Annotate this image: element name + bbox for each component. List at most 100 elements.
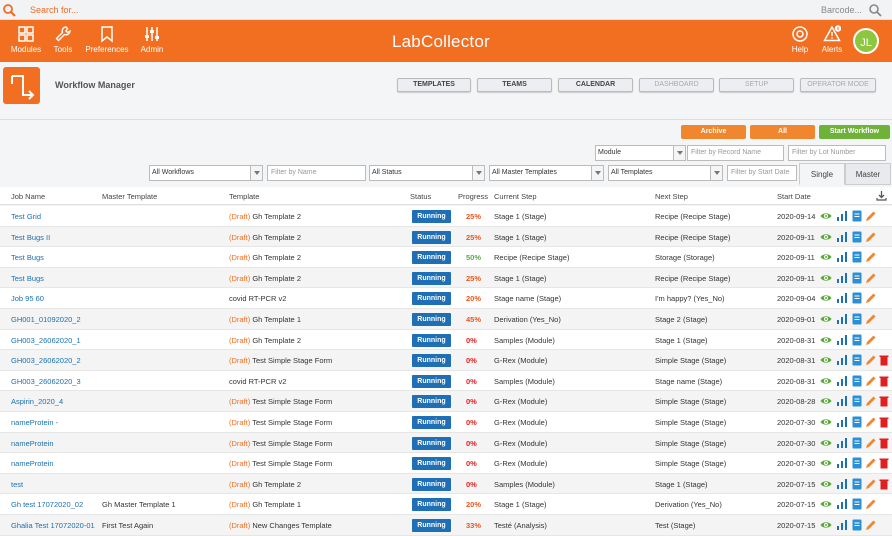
job-name-link[interactable]: Test Grid [11, 212, 41, 221]
table-row[interactable]: Job 95 60 covid RT-PCR v2 Running 20% Stage… [0, 288, 892, 309]
eye-icon[interactable] [820, 437, 832, 449]
eye-icon[interactable] [820, 292, 832, 304]
chart-icon[interactable] [836, 210, 848, 222]
job-name-link[interactable]: nameProtein - [11, 418, 58, 427]
chart-icon[interactable] [836, 231, 848, 243]
name-filter[interactable]: Filter by Name [267, 165, 366, 181]
tab-templates[interactable]: TEMPLATES [397, 78, 471, 92]
trash-icon[interactable] [878, 437, 890, 449]
pencil-icon[interactable] [865, 292, 877, 304]
pencil-icon[interactable] [865, 231, 877, 243]
document-icon[interactable] [851, 416, 863, 428]
col-status[interactable]: Status [410, 192, 431, 201]
nav-tools[interactable]: Tools [43, 25, 83, 54]
trash-icon[interactable] [878, 416, 890, 428]
chart-icon[interactable] [836, 354, 848, 366]
table-row[interactable]: GH003_26062020_2 (Draft) Test Simple Stag… [0, 350, 892, 371]
barcode-input[interactable]: Barcode... [821, 5, 862, 15]
search-icon[interactable] [2, 3, 16, 17]
document-icon[interactable] [851, 231, 863, 243]
tab-master[interactable]: Master [845, 163, 891, 185]
nav-preferences[interactable]: Preferences [84, 25, 130, 54]
table-row[interactable]: Test Bugs II (Draft) Gh Template 2 Running… [0, 226, 892, 248]
table-row[interactable]: Ghalia Test 17072020-01 First Test Again (… [0, 515, 892, 536]
pencil-icon[interactable] [865, 375, 877, 387]
eye-icon[interactable] [820, 231, 832, 243]
document-icon[interactable] [851, 210, 863, 222]
pencil-icon[interactable] [865, 416, 877, 428]
chart-icon[interactable] [836, 416, 848, 428]
pencil-icon[interactable] [865, 354, 877, 366]
pencil-icon[interactable] [865, 334, 877, 346]
master-templates-select[interactable]: All Master Templates [489, 165, 604, 181]
job-name-link[interactable]: GH001_01092020_2 [11, 315, 81, 324]
eye-icon[interactable] [820, 416, 832, 428]
document-icon[interactable] [851, 313, 863, 325]
eye-icon[interactable] [820, 478, 832, 490]
eye-icon[interactable] [820, 375, 832, 387]
archive-button[interactable]: Archive [681, 125, 746, 139]
document-icon[interactable] [851, 478, 863, 490]
tab-setup[interactable]: SETUP [719, 78, 794, 92]
chart-icon[interactable] [836, 251, 848, 263]
start-date-filter[interactable]: Filter by Start Date [727, 165, 797, 181]
avatar[interactable]: JL [853, 28, 879, 54]
chart-icon[interactable] [836, 313, 848, 325]
trash-icon[interactable] [878, 354, 890, 366]
tab-teams[interactable]: TEAMS [477, 78, 552, 92]
tab-dashboard[interactable]: DASHBOARD [639, 78, 714, 92]
document-icon[interactable] [851, 375, 863, 387]
eye-icon[interactable] [820, 519, 832, 531]
trash-icon[interactable] [878, 478, 890, 490]
document-icon[interactable] [851, 457, 863, 469]
pencil-icon[interactable] [865, 251, 877, 263]
eye-icon[interactable] [820, 498, 832, 510]
tab-single[interactable]: Single [799, 163, 845, 185]
table-row[interactable]: Test Bugs (Draft) Gh Template 2 Running 25%… [0, 267, 892, 289]
table-row[interactable]: test (Draft) Gh Template 2 Running 0% Sample… [0, 473, 892, 495]
pencil-icon[interactable] [865, 437, 877, 449]
job-name-link[interactable]: GH003_26062020_3 [11, 377, 81, 386]
pencil-icon[interactable] [865, 395, 877, 407]
job-name-link[interactable]: Ghalia Test 17072020-01 [11, 521, 95, 530]
trash-icon[interactable] [878, 457, 890, 469]
pencil-icon[interactable] [865, 272, 877, 284]
eye-icon[interactable] [820, 313, 832, 325]
eye-icon[interactable] [820, 334, 832, 346]
col-next-step[interactable]: Next Step [655, 192, 688, 201]
table-row[interactable]: GH003_26062020_1 (Draft) Gh Template 2 Run… [0, 329, 892, 351]
chart-icon[interactable] [836, 395, 848, 407]
chart-icon[interactable] [836, 478, 848, 490]
record-name-filter[interactable]: Filter by Record Name [687, 145, 784, 161]
document-icon[interactable] [851, 354, 863, 366]
table-row[interactable]: GH001_01092020_2 (Draft) Gh Template 1 Run… [0, 309, 892, 330]
pencil-icon[interactable] [865, 457, 877, 469]
document-icon[interactable] [851, 519, 863, 531]
table-row[interactable]: GH003_26062020_3 covid RT-PCR v2 Running 0… [0, 370, 892, 392]
chart-icon[interactable] [836, 272, 848, 284]
chart-icon[interactable] [836, 437, 848, 449]
document-icon[interactable] [851, 437, 863, 449]
status-select[interactable]: All Status [369, 165, 485, 181]
module-select[interactable]: Module [595, 145, 686, 161]
col-current-step[interactable]: Current Step [494, 192, 537, 201]
lot-number-filter[interactable]: Filter by Lot Number [788, 145, 886, 161]
search-input[interactable]: Search for... [30, 5, 79, 15]
templates-select[interactable]: All Templates [608, 165, 723, 181]
search-icon[interactable] [868, 3, 882, 17]
tab-operator-mode[interactable]: OPERATOR MODE [800, 78, 876, 92]
all-button[interactable]: All [750, 125, 815, 139]
nav-modules[interactable]: Modules [6, 25, 46, 54]
job-name-link[interactable]: GH003_26062020_2 [11, 356, 81, 365]
document-icon[interactable] [851, 334, 863, 346]
col-master-template[interactable]: Master Template [102, 192, 157, 201]
pencil-icon[interactable] [865, 478, 877, 490]
workflows-select[interactable]: All Workflows [149, 165, 263, 181]
tab-calendar[interactable]: CALENDAR [558, 78, 633, 92]
document-icon[interactable] [851, 292, 863, 304]
job-name-link[interactable]: test [11, 480, 23, 489]
document-icon[interactable] [851, 251, 863, 263]
table-row[interactable]: nameProtein (Draft) Test Simple Stage For… [0, 432, 892, 454]
trash-icon[interactable] [878, 375, 890, 387]
chart-icon[interactable] [836, 334, 848, 346]
